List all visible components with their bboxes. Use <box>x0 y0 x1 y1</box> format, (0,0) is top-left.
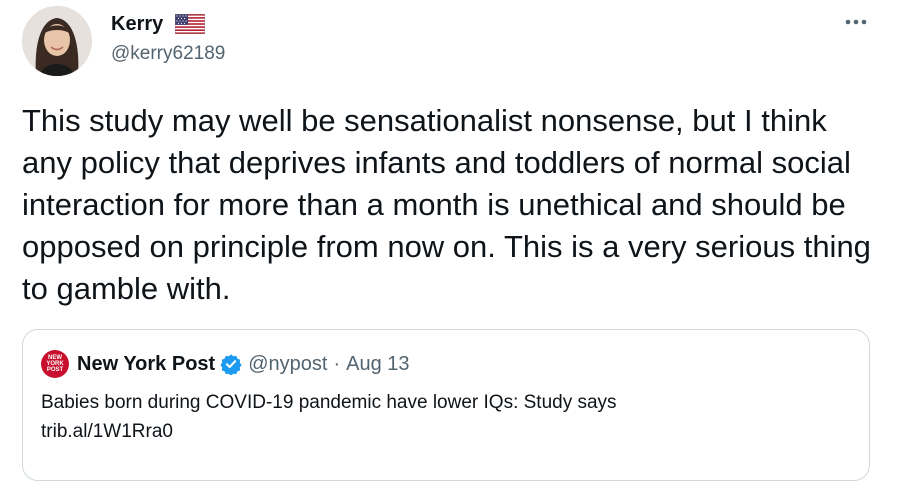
separator-dot: · <box>333 352 341 375</box>
author-handle[interactable]: @kerry62189 <box>111 41 225 67</box>
nypost-logo-text: NEW YORK POST <box>46 355 64 373</box>
quoted-tweet-date[interactable]: Aug 13 <box>346 353 409 376</box>
quoted-tweet-text: Babies born during COVID-19 pandemic hav… <box>41 388 841 446</box>
quoted-tweet[interactable]: NEW YORK POST New York Post @nypost · Au… <box>22 329 870 481</box>
us-flag-icon <box>175 14 206 34</box>
quoted-tweet-headline: Babies born during COVID-19 pandemic hav… <box>41 392 617 413</box>
tweet-text: This study may well be sensationalist no… <box>22 103 871 306</box>
quoted-author-name[interactable]: New York Post <box>77 353 215 376</box>
author-name-row[interactable]: Kerry <box>111 10 206 38</box>
verified-badge-icon <box>220 354 242 375</box>
author-display-name[interactable]: Kerry <box>111 10 163 38</box>
tweet: Kerry @kerry62189 This study may well be <box>0 0 902 481</box>
more-horizontal-icon[interactable] <box>840 10 872 34</box>
quoted-tweet-header: NEW YORK POST New York Post @nypost · Au… <box>41 350 410 378</box>
quoted-author-handle[interactable]: @nypost <box>248 353 327 376</box>
avatar[interactable] <box>22 6 92 76</box>
quoted-tweet-link[interactable]: trib.al/1W1Rra0 <box>41 417 841 446</box>
nypost-logo-icon: NEW YORK POST <box>41 350 69 378</box>
